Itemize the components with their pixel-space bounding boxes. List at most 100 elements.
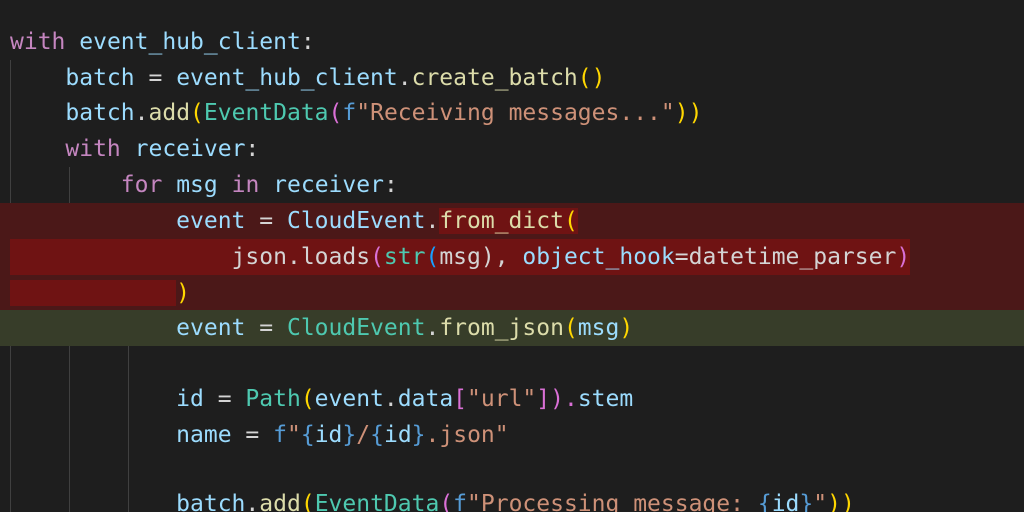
token-punct: . bbox=[134, 100, 149, 126]
token-string: "Receiving messages..." bbox=[356, 100, 675, 126]
token-variable: CloudEvent bbox=[286, 208, 426, 234]
token-class: CloudEvent bbox=[286, 315, 426, 341]
code-line-7-removed[interactable]: json.loads(str(msg), object_hook=datetim… bbox=[0, 239, 1024, 275]
code-line-14[interactable]: batch.add(EventData(f"Processing message… bbox=[0, 486, 1024, 512]
token-brace: } bbox=[799, 491, 814, 512]
token-bracket: ( bbox=[300, 491, 315, 512]
code-line-5[interactable]: for msg in receiver: bbox=[0, 167, 1024, 203]
token-string: .json" bbox=[425, 422, 509, 448]
code-line-1[interactable]: with event_hub_client: bbox=[0, 24, 1024, 60]
code-line-13[interactable] bbox=[0, 452, 1024, 488]
token-bracket: ( bbox=[328, 100, 343, 126]
code-line-8-removed[interactable]: ) bbox=[0, 275, 1024, 311]
token-operator: = bbox=[203, 386, 246, 412]
code-line-3[interactable]: batch.add(EventData(f"Receiving messages… bbox=[0, 95, 1024, 131]
token-class: EventData bbox=[314, 491, 440, 512]
token-operator: = bbox=[245, 315, 287, 341]
code-line-12[interactable]: name = f"{id}/{id}.json" bbox=[0, 417, 1024, 453]
token-module: json bbox=[231, 244, 287, 270]
token-bracket: ) bbox=[619, 315, 634, 341]
token-function: loads bbox=[300, 244, 371, 270]
token-variable: batch bbox=[65, 65, 135, 91]
removed-highlight-span: json.loads(str(msg), object_hook=datetim… bbox=[10, 239, 911, 275]
token-string: " bbox=[813, 491, 828, 512]
token-punct: . bbox=[286, 244, 301, 270]
token-brace: } bbox=[411, 422, 426, 448]
token-bracket-changed: ( bbox=[563, 208, 578, 234]
token-bracket: )) bbox=[827, 491, 855, 512]
token-punct: ), bbox=[480, 244, 523, 270]
token-bracket: ) bbox=[176, 280, 191, 306]
token-function: create_batch bbox=[411, 65, 578, 91]
token-keyword: for bbox=[120, 172, 163, 198]
code-editor[interactable]: with event_hub_client: batch = event_hub… bbox=[0, 0, 1024, 512]
token-variable: receiver bbox=[273, 172, 384, 198]
token-punct: . bbox=[425, 208, 440, 234]
token-variable: msg bbox=[439, 244, 481, 270]
code-line-2[interactable]: batch = event_hub_client.create_batch() bbox=[0, 60, 1024, 96]
token-fstring-prefix: f bbox=[273, 422, 287, 448]
token-variable: id bbox=[771, 491, 800, 512]
token-variable: event_hub_client bbox=[176, 65, 398, 91]
token-variable: id bbox=[176, 386, 204, 412]
code-line-4[interactable]: with receiver: bbox=[0, 131, 1024, 167]
token-variable: stem bbox=[577, 386, 634, 412]
token-brace: { bbox=[757, 491, 772, 512]
token-brace: { bbox=[370, 422, 384, 448]
token-variable: msg bbox=[577, 315, 620, 341]
token-function: from_json bbox=[439, 315, 564, 341]
token-operator: = bbox=[231, 422, 274, 448]
token-variable: id bbox=[314, 422, 343, 448]
code-line-9-added[interactable]: event = CloudEvent.from_json(msg) bbox=[0, 310, 1024, 346]
token-bracket: ( bbox=[370, 244, 384, 270]
token-variable: event bbox=[176, 208, 246, 234]
token-punct: : bbox=[245, 136, 260, 162]
token-function: add bbox=[148, 100, 191, 126]
token-bracket: ( bbox=[439, 491, 454, 512]
token-string: "Processing message: bbox=[467, 491, 758, 512]
token-variable: id bbox=[383, 422, 412, 448]
token-fstring-prefix: f bbox=[342, 100, 357, 126]
code-line-6-removed[interactable]: event = CloudEvent.from_dict( bbox=[0, 203, 1024, 239]
token-variable: event bbox=[176, 315, 246, 341]
token-punct: : bbox=[383, 172, 398, 198]
code-line-11[interactable]: id = Path(event.data["url"]).stem bbox=[0, 381, 1024, 417]
token-keyword: with bbox=[10, 29, 66, 55]
token-keyword: with bbox=[65, 136, 121, 162]
token-brace: { bbox=[300, 422, 315, 448]
token-keyword: in bbox=[231, 172, 260, 198]
token-bracket: )) bbox=[674, 100, 703, 126]
token-variable: data bbox=[397, 386, 454, 412]
token-bracket: ( bbox=[300, 386, 315, 412]
token-operator: = bbox=[134, 65, 177, 91]
token-bracket: () bbox=[577, 65, 606, 91]
token-class: Path bbox=[245, 386, 301, 412]
token-punct: : bbox=[300, 29, 315, 55]
token-punct: . bbox=[425, 315, 440, 341]
token-punct: . bbox=[383, 386, 398, 412]
code-line-10[interactable] bbox=[0, 346, 1024, 382]
token-bracket: ( bbox=[190, 100, 204, 126]
token-variable: receiver bbox=[134, 136, 246, 162]
token-variable: name bbox=[176, 422, 232, 448]
token-function-changed: from_dict bbox=[439, 208, 564, 234]
token-punct: . bbox=[245, 491, 260, 512]
token-string: / bbox=[356, 422, 371, 448]
token-bracket: [ bbox=[453, 386, 468, 412]
token-variable: batch bbox=[176, 491, 246, 512]
token-variable: batch bbox=[65, 100, 135, 126]
token-bracket: ( bbox=[425, 244, 440, 270]
token-brace: } bbox=[342, 422, 357, 448]
